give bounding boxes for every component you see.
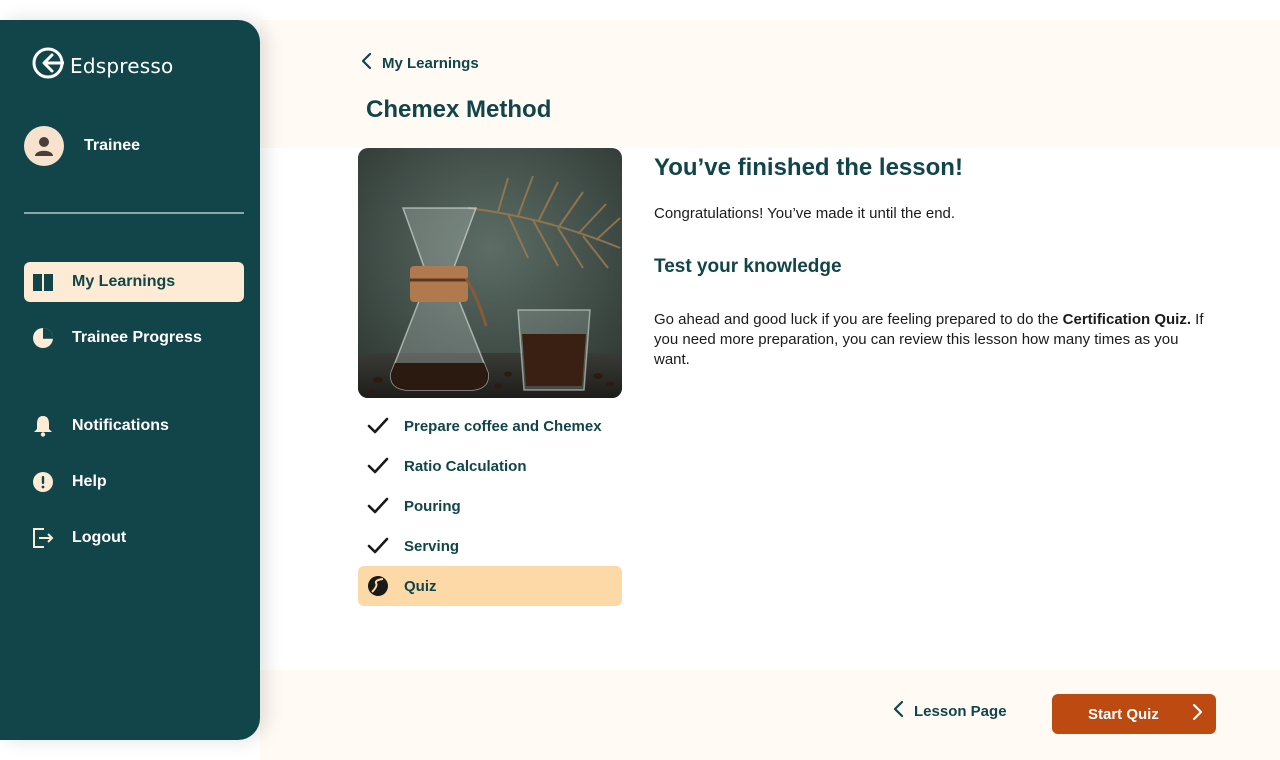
user-icon: [35, 137, 53, 156]
checkmark-icon: [366, 534, 390, 558]
book-icon: [32, 271, 54, 293]
coffee-bean-icon: [366, 574, 390, 598]
start-quiz-button[interactable]: Start Quiz: [1052, 694, 1216, 734]
sidebar-item-trainee-progress[interactable]: Trainee Progress: [24, 318, 244, 358]
logout-icon: [32, 527, 54, 549]
checkmark-icon: [366, 414, 390, 438]
logo-icon: [30, 45, 66, 86]
step-pouring[interactable]: Pouring: [358, 486, 622, 526]
back-to-my-learnings-link[interactable]: My Learnings: [360, 52, 479, 75]
app-name: Edspresso: [70, 53, 174, 78]
sidebar-divider: [24, 212, 244, 214]
chevron-left-icon: [892, 700, 904, 723]
step-label: Quiz: [404, 577, 437, 595]
congrats-text: Congratulations! You’ve made it until th…: [654, 205, 956, 222]
step-serving[interactable]: Serving: [358, 526, 622, 566]
bell-icon: [32, 415, 54, 437]
page: Edspresso Trainee My Learnings Trainee P…: [0, 0, 1280, 760]
step-label: Ratio Calculation: [404, 457, 527, 475]
sidebar-item-notifications[interactable]: Notifications: [24, 406, 244, 446]
sidebar-item-label: Help: [72, 473, 107, 490]
lesson-complete-content: You’ve finished the lesson! Congratulati…: [654, 154, 1214, 370]
step-label: Pouring: [404, 497, 461, 515]
finished-heading: You’ve finished the lesson!: [654, 154, 963, 181]
sidebar-item-label: Notifications: [72, 417, 169, 434]
sidebar-item-help[interactable]: Help: [24, 462, 244, 502]
step-label: Serving: [404, 537, 460, 555]
avatar: [24, 126, 64, 166]
lesson-steps: Prepare coffee and Chemex Ratio Calculat…: [358, 406, 622, 606]
step-prepare-coffee[interactable]: Prepare coffee and Chemex: [358, 406, 622, 446]
checkmark-icon: [366, 494, 390, 518]
sidebar-item-my-learnings[interactable]: My Learnings: [24, 262, 244, 302]
pie-chart-icon: [32, 327, 54, 349]
start-quiz-label: Start Quiz: [1088, 705, 1159, 723]
page-title: Chemex Method: [366, 96, 552, 123]
header-band: [260, 20, 1280, 148]
sidebar-item-logout[interactable]: Logout: [24, 518, 244, 558]
step-ratio-calculation[interactable]: Ratio Calculation: [358, 446, 622, 486]
sidebar: Edspresso Trainee My Learnings Trainee P…: [0, 20, 260, 740]
sidebar-item-label: My Learnings: [72, 273, 176, 290]
checkmark-icon: [366, 454, 390, 478]
quiz-instructions-start: Go ahead and good luck if you are feelin…: [654, 311, 1063, 328]
lesson-image: [358, 148, 622, 398]
app-logo[interactable]: Edspresso: [30, 45, 173, 86]
user-profile[interactable]: Trainee: [24, 126, 140, 166]
step-label: Prepare coffee and Chemex: [404, 417, 602, 435]
step-quiz[interactable]: Quiz: [358, 566, 622, 606]
lesson-page-label: Lesson Page: [914, 703, 1007, 720]
sidebar-item-label: Logout: [72, 529, 127, 546]
help-icon: [32, 471, 54, 493]
back-link-label: My Learnings: [382, 55, 479, 72]
lesson-page-button[interactable]: Lesson Page: [892, 700, 1007, 723]
user-name: Trainee: [84, 137, 141, 154]
chevron-left-icon: [360, 52, 372, 75]
test-knowledge-heading: Test your knowledge: [654, 256, 842, 277]
sidebar-item-label: Trainee Progress: [72, 329, 202, 346]
chevron-right-icon: [1192, 703, 1204, 726]
certification-quiz-emphasis: Certification Quiz.: [1062, 311, 1191, 328]
quiz-instructions: Go ahead and good luck if you are feelin…: [654, 310, 1214, 370]
